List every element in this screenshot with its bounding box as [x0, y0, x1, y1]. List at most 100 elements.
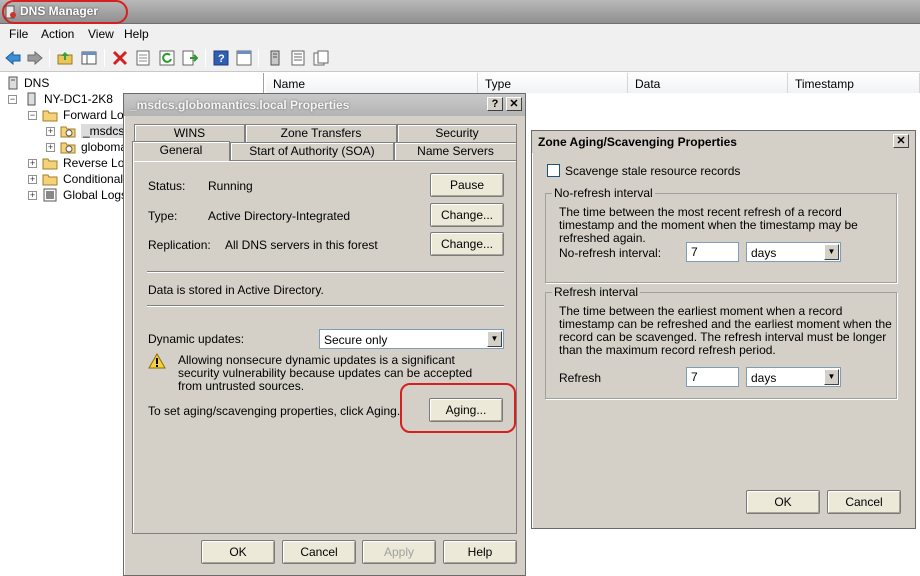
- type-change-button[interactable]: Change...: [430, 203, 504, 227]
- toolbar-separator: [258, 49, 259, 67]
- separator: [147, 271, 504, 273]
- ok-button[interactable]: OK: [201, 540, 275, 564]
- zone-properties-dialog: _msdcs.globomantics.local Properties ? ✕…: [123, 93, 526, 576]
- scavenge-label: Scavenge stale resource records: [565, 164, 741, 178]
- toolbar: ?: [0, 44, 920, 72]
- copy-icon[interactable]: [312, 49, 330, 67]
- replication-change-button[interactable]: Change...: [430, 232, 504, 256]
- server-icon: [27, 92, 36, 106]
- expand-icon[interactable]: +: [46, 143, 55, 152]
- properties-title: _msdcs.globomantics.local Properties: [130, 98, 350, 112]
- no-refresh-group-title: No-refresh interval: [552, 186, 655, 200]
- tab-security[interactable]: Security: [397, 124, 517, 142]
- up-folder-icon[interactable]: [56, 49, 74, 67]
- no-refresh-group: No-refresh interval The time between the…: [545, 186, 897, 283]
- aging-title-bar: Zone Aging/Scavenging Properties ✕: [532, 131, 915, 153]
- expand-icon[interactable]: +: [28, 175, 37, 184]
- tree-label: Global Logs: [63, 188, 128, 202]
- list-icon[interactable]: [289, 49, 307, 67]
- chevron-down-icon[interactable]: ▼: [487, 331, 502, 347]
- toolbar-separator: [49, 49, 50, 67]
- refresh-description: The time between the earliest moment whe…: [559, 304, 892, 357]
- collapse-icon[interactable]: −: [8, 95, 17, 104]
- svg-text:?: ?: [218, 53, 225, 65]
- tab-general[interactable]: General: [132, 141, 230, 161]
- properties-icon[interactable]: [134, 49, 152, 67]
- back-arrow-icon[interactable]: [4, 49, 22, 67]
- tree-label: NY-DC1-2K8: [44, 92, 113, 106]
- forward-arrow-icon[interactable]: [26, 49, 44, 67]
- menu-file[interactable]: File: [9, 27, 28, 41]
- help-icon[interactable]: ?: [212, 49, 230, 67]
- refresh-group-title: Refresh interval: [552, 285, 641, 299]
- properties-title-bar: _msdcs.globomantics.local Properties ? ✕: [124, 94, 525, 116]
- pause-button[interactable]: Pause: [430, 173, 504, 197]
- no-refresh-unit-select[interactable]: days ▼: [746, 242, 841, 262]
- toolbar-separator: [205, 49, 206, 67]
- log-icon: [43, 188, 57, 202]
- help-button[interactable]: Help: [443, 540, 517, 564]
- collapse-icon[interactable]: −: [28, 111, 37, 120]
- column-timestamp[interactable]: Timestamp: [788, 73, 920, 93]
- tab-soa[interactable]: Start of Authority (SOA): [230, 142, 394, 160]
- server-icon[interactable]: [266, 49, 284, 67]
- tab-wins[interactable]: WINS: [134, 124, 245, 142]
- aging-instructions: To set aging/scavenging properties, clic…: [148, 404, 401, 418]
- ok-button[interactable]: OK: [746, 490, 820, 514]
- cancel-button[interactable]: Cancel: [282, 540, 356, 564]
- no-refresh-unit-value: days: [751, 246, 777, 260]
- tree-label: Forward Loo: [63, 108, 131, 122]
- refresh-unit-value: days: [751, 371, 777, 385]
- column-data[interactable]: Data: [628, 73, 788, 93]
- type-value: Active Directory-Integrated: [208, 209, 351, 223]
- zone-icon: [60, 126, 76, 138]
- show-hide-tree-icon[interactable]: [80, 49, 98, 67]
- dns-root-icon: [8, 76, 18, 90]
- dynamic-updates-value: Secure only: [324, 333, 388, 347]
- expand-icon[interactable]: +: [28, 191, 37, 200]
- refresh-input[interactable]: 7: [686, 367, 739, 387]
- folder-icon: [42, 110, 58, 122]
- no-refresh-description: The time between the most recent refresh…: [559, 205, 858, 245]
- folder-icon: [42, 158, 58, 170]
- refresh-label: Refresh: [559, 371, 602, 385]
- status-label: Status:: [148, 179, 186, 193]
- chevron-down-icon[interactable]: ▼: [824, 369, 839, 385]
- tab-zone-transfers[interactable]: Zone Transfers: [245, 124, 397, 142]
- column-name[interactable]: Name: [266, 73, 478, 93]
- separator: [147, 305, 504, 307]
- warning-icon: [148, 353, 166, 369]
- menu-help[interactable]: Help: [124, 27, 149, 41]
- main-title-bar: DNS Manager: [0, 0, 920, 24]
- highlight-oval-aging: [400, 383, 516, 433]
- refresh-unit-select[interactable]: days ▼: [746, 367, 841, 387]
- delete-icon[interactable]: [111, 49, 129, 67]
- menu-action[interactable]: Action: [41, 27, 74, 41]
- tab-name-servers[interactable]: Name Servers: [394, 142, 517, 160]
- expand-icon[interactable]: +: [28, 159, 37, 168]
- type-label: Type:: [148, 209, 178, 223]
- status-value: Running: [208, 179, 253, 193]
- expand-icon[interactable]: +: [46, 127, 55, 136]
- no-refresh-input[interactable]: 7: [686, 242, 739, 262]
- refresh-icon[interactable]: [158, 49, 176, 67]
- aging-title: Zone Aging/Scavenging Properties: [538, 135, 737, 149]
- help-title-button[interactable]: ?: [487, 97, 503, 111]
- close-button[interactable]: ✕: [506, 97, 522, 111]
- export-list-icon[interactable]: [181, 49, 199, 67]
- chevron-down-icon[interactable]: ▼: [824, 244, 839, 260]
- scavenge-checkbox[interactable]: [547, 164, 560, 177]
- cancel-button[interactable]: Cancel: [827, 490, 901, 514]
- replication-value: All DNS servers in this forest: [225, 238, 378, 252]
- tree-label: globoma: [81, 140, 128, 154]
- apply-button[interactable]: Apply: [362, 540, 436, 564]
- folder-icon: [42, 174, 58, 186]
- no-refresh-label: No-refresh interval:: [559, 246, 662, 260]
- general-tab-panel: Status: Running Pause Type: Active Direc…: [132, 160, 517, 534]
- replication-label: Replication:: [148, 238, 211, 252]
- console-icon[interactable]: [235, 49, 253, 67]
- menu-view[interactable]: View: [88, 27, 114, 41]
- dynamic-updates-select[interactable]: Secure only ▼: [319, 329, 504, 349]
- close-button[interactable]: ✕: [893, 134, 909, 148]
- column-type[interactable]: Type: [478, 73, 628, 93]
